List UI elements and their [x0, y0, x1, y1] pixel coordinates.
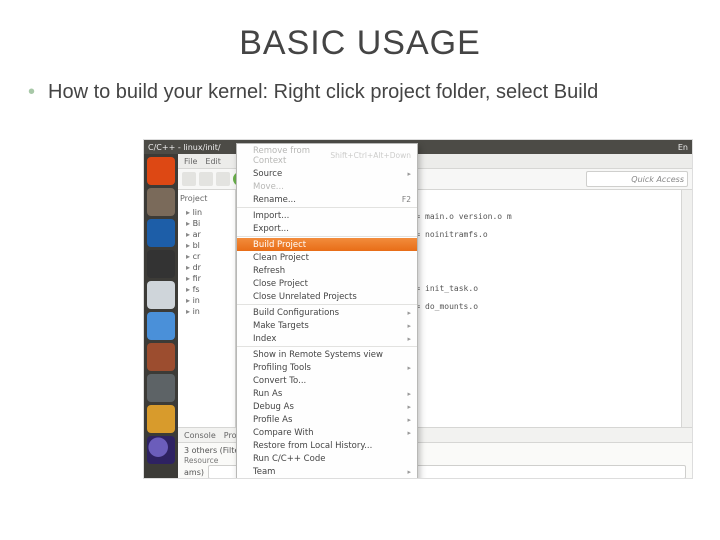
tree-node[interactable]: dr	[180, 262, 233, 273]
menu-restore[interactable]: Restore from Local History...	[237, 439, 417, 452]
amazon-icon[interactable]	[147, 405, 175, 433]
menu-label: Team	[253, 467, 275, 477]
menu-make-targets[interactable]: Make Targets	[237, 319, 417, 332]
menu-label: Close Project	[253, 279, 308, 289]
files-icon[interactable]	[147, 188, 175, 216]
menu-label: Remove from Context	[253, 146, 330, 166]
context-menu: Remove from Context Shift+Ctrl+Alt+Down …	[236, 143, 418, 478]
menu-index[interactable]: Index	[237, 332, 417, 345]
tree-node[interactable]: Bi	[180, 218, 233, 229]
menu-clean-project[interactable]: Clean Project	[237, 251, 417, 264]
mail-icon[interactable]	[147, 312, 175, 340]
menu-label: Make Targets	[253, 321, 309, 331]
menu-close-unrelated[interactable]: Close Unrelated Projects	[237, 290, 417, 303]
menu-label: Move...	[253, 182, 284, 192]
screenshot-ubuntu-eclipse: C/C++ - linux/init/ En File Edit	[144, 140, 692, 478]
menu-convert[interactable]: Convert To...	[237, 374, 417, 387]
outline-bar	[681, 190, 692, 427]
slide-title: BASIC USAGE	[0, 0, 720, 81]
menu-file[interactable]: File	[184, 157, 197, 166]
search-col-resource: Resource	[184, 456, 218, 465]
build-button[interactable]	[216, 172, 230, 186]
menu-compare[interactable]: Compare With	[237, 426, 417, 439]
menu-label: Build Project	[253, 240, 306, 250]
tree-node[interactable]: in	[180, 306, 233, 317]
menu-label: Debug As	[253, 402, 294, 412]
tree-node[interactable]: cr	[180, 251, 233, 262]
menu-label: Build Configurations	[253, 308, 339, 318]
new-button[interactable]	[182, 172, 196, 186]
menu-run-as[interactable]: Run As	[237, 387, 417, 400]
menu-label: Source	[253, 169, 282, 179]
firefox-icon[interactable]	[147, 219, 175, 247]
tree-node[interactable]: bl	[180, 240, 233, 251]
menu-profiling[interactable]: Profiling Tools	[237, 361, 417, 374]
menu-run-cpp[interactable]: Run C/C++ Code	[237, 452, 417, 465]
quick-access-placeholder: Quick Access	[631, 175, 684, 184]
menu-refresh[interactable]: Refresh	[237, 264, 417, 277]
menu-label: Profiling Tools	[253, 363, 311, 373]
project-explorer[interactable]: Project lin Bi ar bl cr dr fir fs in in	[178, 190, 236, 427]
doc-icon[interactable]	[147, 343, 175, 371]
menu-label: Refresh	[253, 266, 285, 276]
save-button[interactable]	[199, 172, 213, 186]
project-explorer-header: Project	[180, 194, 233, 203]
calc-icon[interactable]	[147, 281, 175, 309]
menu-shortcut: F2	[402, 195, 411, 204]
lang-indicator: En	[678, 143, 688, 152]
quick-access-input[interactable]: Quick Access	[586, 171, 688, 187]
dash-icon[interactable]	[147, 157, 175, 185]
menu-label: Rename...	[253, 195, 296, 205]
code-line: += do_mounts.o	[411, 302, 478, 311]
menu-label: Profile As	[253, 415, 292, 425]
menu-remove-from-context: Remove from Context Shift+Ctrl+Alt+Down	[237, 144, 417, 167]
menu-label: Clean Project	[253, 253, 309, 263]
tree-node[interactable]: fir	[180, 273, 233, 284]
menu-label: Index	[253, 334, 276, 344]
search-field-label: ams)	[184, 468, 204, 477]
menu-label: Show in Remote Systems view	[253, 350, 383, 360]
menu-debug-as[interactable]: Debug As	[237, 400, 417, 413]
tree-node[interactable]: lin	[180, 207, 233, 218]
menu-team[interactable]: Team	[237, 465, 417, 478]
menu-shortcut: Shift+Ctrl+Alt+Down	[330, 151, 411, 160]
menu-edit[interactable]: Edit	[205, 157, 221, 166]
menu-import[interactable]: Import...	[237, 209, 417, 222]
menu-label: Export...	[253, 224, 289, 234]
menu-export[interactable]: Export...	[237, 222, 417, 235]
menu-label: Run As	[253, 389, 282, 399]
tree-node[interactable]: in	[180, 295, 233, 306]
menu-label: Import...	[253, 211, 289, 221]
menu-label: Convert To...	[253, 376, 306, 386]
menu-label: Restore from Local History...	[253, 441, 372, 451]
menu-move: Move...	[237, 180, 417, 193]
bullet-how-to-build: How to build your kernel: Right click pr…	[0, 81, 720, 110]
menu-profile-as[interactable]: Profile As	[237, 413, 417, 426]
menu-close-project[interactable]: Close Project	[237, 277, 417, 290]
menu-label: Run C/C++ Code	[253, 454, 325, 464]
ubuntu-launcher	[144, 154, 178, 478]
menu-build-configs[interactable]: Build Configurations	[237, 306, 417, 319]
code-line: += noinitramfs.o	[411, 230, 488, 239]
menu-source[interactable]: Source	[237, 167, 417, 180]
tree-node[interactable]: ar	[180, 229, 233, 240]
menu-rename[interactable]: Rename... F2	[237, 193, 417, 206]
menu-show-remote[interactable]: Show in Remote Systems view	[237, 348, 417, 361]
menu-label: Close Unrelated Projects	[253, 292, 357, 302]
terminal-icon[interactable]	[147, 250, 175, 278]
ubuntu-top-panel: C/C++ - linux/init/ En	[144, 140, 692, 154]
code-line: += init_task.o	[411, 284, 478, 293]
eclipse-icon[interactable]	[147, 436, 175, 464]
settings-icon[interactable]	[147, 374, 175, 402]
menu-label: Compare With	[253, 428, 314, 438]
code-line: += main.o version.o m	[411, 212, 512, 221]
tree-node[interactable]: fs	[180, 284, 233, 295]
menu-build-project[interactable]: Build Project	[237, 238, 417, 251]
window-title: C/C++ - linux/init/	[148, 143, 221, 152]
tab-console[interactable]: Console	[184, 431, 216, 440]
